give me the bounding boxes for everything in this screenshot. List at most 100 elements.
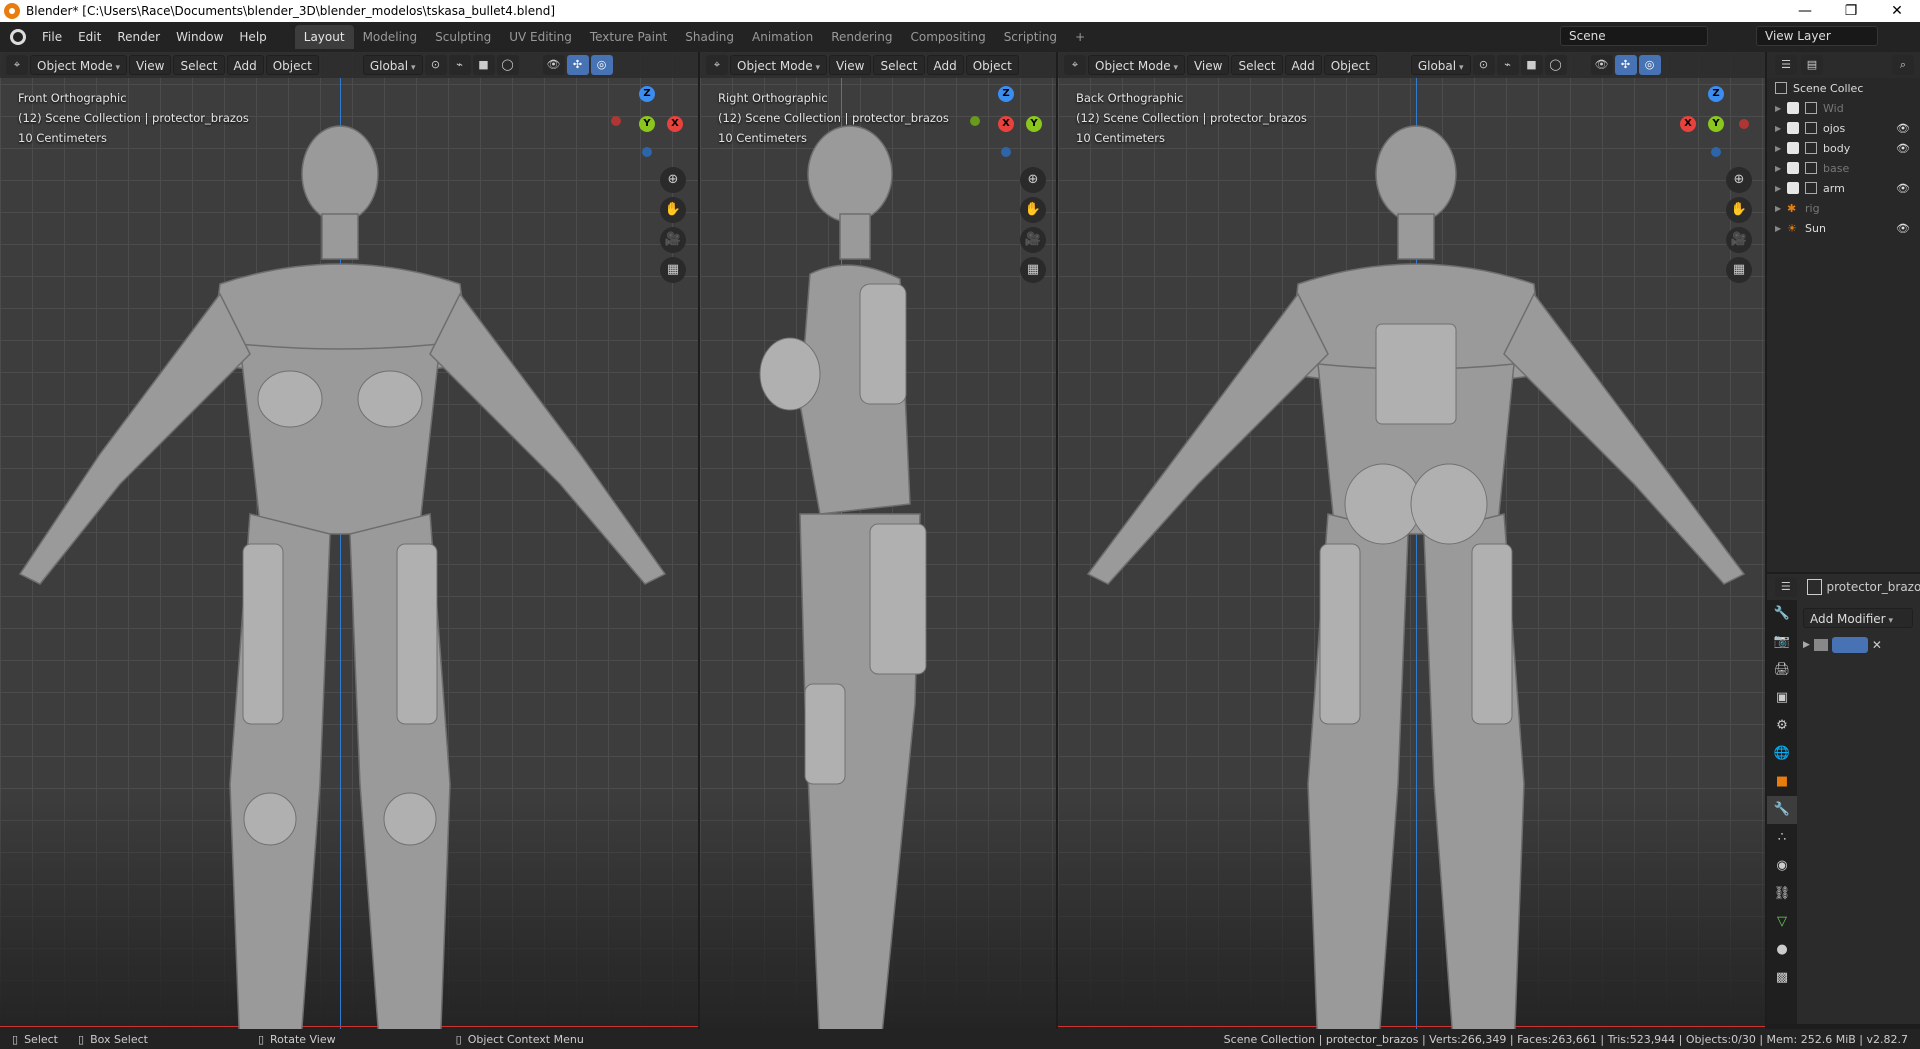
scene-tab-icon[interactable]: ⚙ <box>1767 712 1797 740</box>
tab-compositing[interactable]: Compositing <box>901 25 994 49</box>
close-button[interactable]: ✕ <box>1874 0 1920 22</box>
gizmo-toggle-icon[interactable]: ✣ <box>566 55 589 75</box>
navigation-gizmo[interactable]: Z X Y <box>966 84 1046 164</box>
tab-modeling[interactable]: Modeling <box>354 25 427 49</box>
tab-animation[interactable]: Animation <box>743 25 822 49</box>
texture-tab-icon[interactable]: ▩ <box>1767 964 1797 992</box>
view-layer-selector[interactable]: View Layer <box>1756 26 1878 46</box>
gizmo-y[interactable]: Y <box>639 116 655 132</box>
checkbox[interactable] <box>1787 122 1799 134</box>
add-modifier-dropdown[interactable]: Add Modifier <box>1803 608 1913 628</box>
display-mode-icon[interactable]: ▤ <box>1801 55 1823 75</box>
zoom-icon[interactable]: ⊕ <box>1020 167 1046 193</box>
gizmo-neg-x[interactable] <box>1739 119 1749 129</box>
viewport-back[interactable]: ⌖ Object Mode View Select Add Object Glo… <box>1058 52 1765 1029</box>
view-layer-tab-icon[interactable]: ▣ <box>1767 684 1797 712</box>
gizmo-neg-x[interactable] <box>611 116 621 126</box>
object-menu[interactable]: Object <box>1323 55 1377 75</box>
tab-shading[interactable]: Shading <box>676 25 743 49</box>
viewport-right[interactable]: ⌖ Object Mode View Select Add Object Rig… <box>700 52 1056 1029</box>
eye-icon[interactable]: 👁 <box>1896 142 1910 155</box>
gizmo-neg-z[interactable] <box>1711 147 1721 157</box>
tab-texture-paint[interactable]: Texture Paint <box>581 25 676 49</box>
world-tab-icon[interactable]: 🌐 <box>1767 740 1797 768</box>
orientation-selector[interactable]: Global <box>362 55 423 75</box>
outliner-editor-type-icon[interactable]: ☰ <box>1775 55 1797 75</box>
checkbox[interactable] <box>1787 162 1799 174</box>
ortho-grid-icon[interactable]: ▦ <box>660 257 686 283</box>
character-model-side[interactable] <box>700 104 1056 1029</box>
visibility-icon[interactable]: 👁 <box>1590 55 1613 75</box>
character-model-front[interactable] <box>0 104 698 1029</box>
gizmo-z[interactable]: Z <box>1708 86 1724 102</box>
outliner-item[interactable]: ▶ base <box>1767 158 1920 178</box>
gizmo-x[interactable]: X <box>667 116 683 132</box>
visibility-icon[interactable]: 👁 <box>542 55 565 75</box>
checkbox[interactable] <box>1787 182 1799 194</box>
gizmo-x[interactable]: X <box>1680 116 1696 132</box>
proportional-edit-icon[interactable]: ◯ <box>496 55 519 75</box>
viewport-front[interactable]: ⌖ Object Mode View Select Add Object Glo… <box>0 52 698 1029</box>
zoom-icon[interactable]: ⊕ <box>1726 167 1752 193</box>
object-menu[interactable]: Object <box>265 55 319 75</box>
gizmo-y[interactable]: Y <box>1026 116 1042 132</box>
outliner-item[interactable]: ▶ arm 👁 <box>1767 178 1920 198</box>
modifier-tab-icon[interactable]: 🔧 <box>1767 796 1797 824</box>
select-menu[interactable]: Select <box>873 55 925 75</box>
eye-icon[interactable]: 👁 <box>1896 222 1910 235</box>
add-menu[interactable]: Add <box>1284 55 1322 75</box>
maximize-button[interactable]: ❐ <box>1828 0 1874 22</box>
ortho-grid-icon[interactable]: ▦ <box>1020 257 1046 283</box>
blender-menu-icon[interactable] <box>10 29 26 45</box>
menu-render[interactable]: Render <box>109 26 168 48</box>
outliner-item[interactable]: ▶ ojos 👁 <box>1767 118 1920 138</box>
gizmo-toggle-icon[interactable]: ✣ <box>1614 55 1637 75</box>
add-menu[interactable]: Add <box>226 55 264 75</box>
character-model-back[interactable] <box>1058 104 1765 1029</box>
pivot-icon[interactable]: ⊙ <box>424 55 447 75</box>
mode-selector[interactable]: Object Mode <box>30 55 127 75</box>
outliner-item[interactable]: ▶ ✱ rig <box>1767 198 1920 218</box>
camera-icon[interactable]: 🎥 <box>1726 227 1752 253</box>
overlay-toggle-icon[interactable]: ◎ <box>1638 55 1661 75</box>
add-workspace-button[interactable]: + <box>1066 25 1094 49</box>
add-menu[interactable]: Add <box>926 55 964 75</box>
search-icon[interactable]: ⌕ <box>1892 55 1914 75</box>
pan-hand-icon[interactable]: ✋ <box>1020 197 1046 223</box>
snap-icon[interactable]: ⌁ <box>1496 55 1519 75</box>
output-tab-icon[interactable]: 🖨 <box>1767 656 1797 684</box>
tab-rendering[interactable]: Rendering <box>822 25 901 49</box>
tab-sculpting[interactable]: Sculpting <box>426 25 500 49</box>
modifier-close-icon[interactable]: ✕ <box>1872 638 1882 652</box>
zoom-icon[interactable]: ⊕ <box>660 167 686 193</box>
expand-icon[interactable]: ▶ <box>1803 640 1810 650</box>
modifier-name-field[interactable] <box>1831 637 1868 653</box>
tab-scripting[interactable]: Scripting <box>995 25 1066 49</box>
render-tab-icon[interactable]: 📷 <box>1767 628 1797 656</box>
camera-icon[interactable]: 🎥 <box>660 227 686 253</box>
ortho-grid-icon[interactable]: ▦ <box>1726 257 1752 283</box>
physics-tab-icon[interactable]: ◉ <box>1767 852 1797 880</box>
object-tab-icon[interactable]: ■ <box>1767 768 1797 796</box>
editor-type-icon[interactable]: ⌖ <box>1064 55 1086 75</box>
eye-icon[interactable]: 👁 <box>1896 122 1910 135</box>
tool-tab-icon[interactable]: 🔧 <box>1767 600 1797 628</box>
menu-window[interactable]: Window <box>168 26 231 48</box>
gizmo-z[interactable]: Z <box>639 86 655 102</box>
orientation-selector[interactable]: Global <box>1410 55 1471 75</box>
navigation-gizmo[interactable]: Z Y X <box>607 84 687 164</box>
view-menu[interactable]: View <box>1186 55 1230 75</box>
checkbox[interactable] <box>1787 102 1799 114</box>
gizmo-neg-z[interactable] <box>642 147 652 157</box>
snap-target-icon[interactable]: ■ <box>472 55 495 75</box>
select-menu[interactable]: Select <box>173 55 225 75</box>
gizmo-neg-y[interactable] <box>970 116 980 126</box>
tab-layout[interactable]: Layout <box>294 25 354 49</box>
mode-selector[interactable]: Object Mode <box>730 55 827 75</box>
menu-edit[interactable]: Edit <box>70 26 109 48</box>
minimize-button[interactable]: — <box>1782 0 1828 22</box>
pan-hand-icon[interactable]: ✋ <box>660 197 686 223</box>
checkbox[interactable] <box>1787 142 1799 154</box>
constraints-tab-icon[interactable]: ⛓ <box>1767 880 1797 908</box>
object-menu[interactable]: Object <box>965 55 1019 75</box>
